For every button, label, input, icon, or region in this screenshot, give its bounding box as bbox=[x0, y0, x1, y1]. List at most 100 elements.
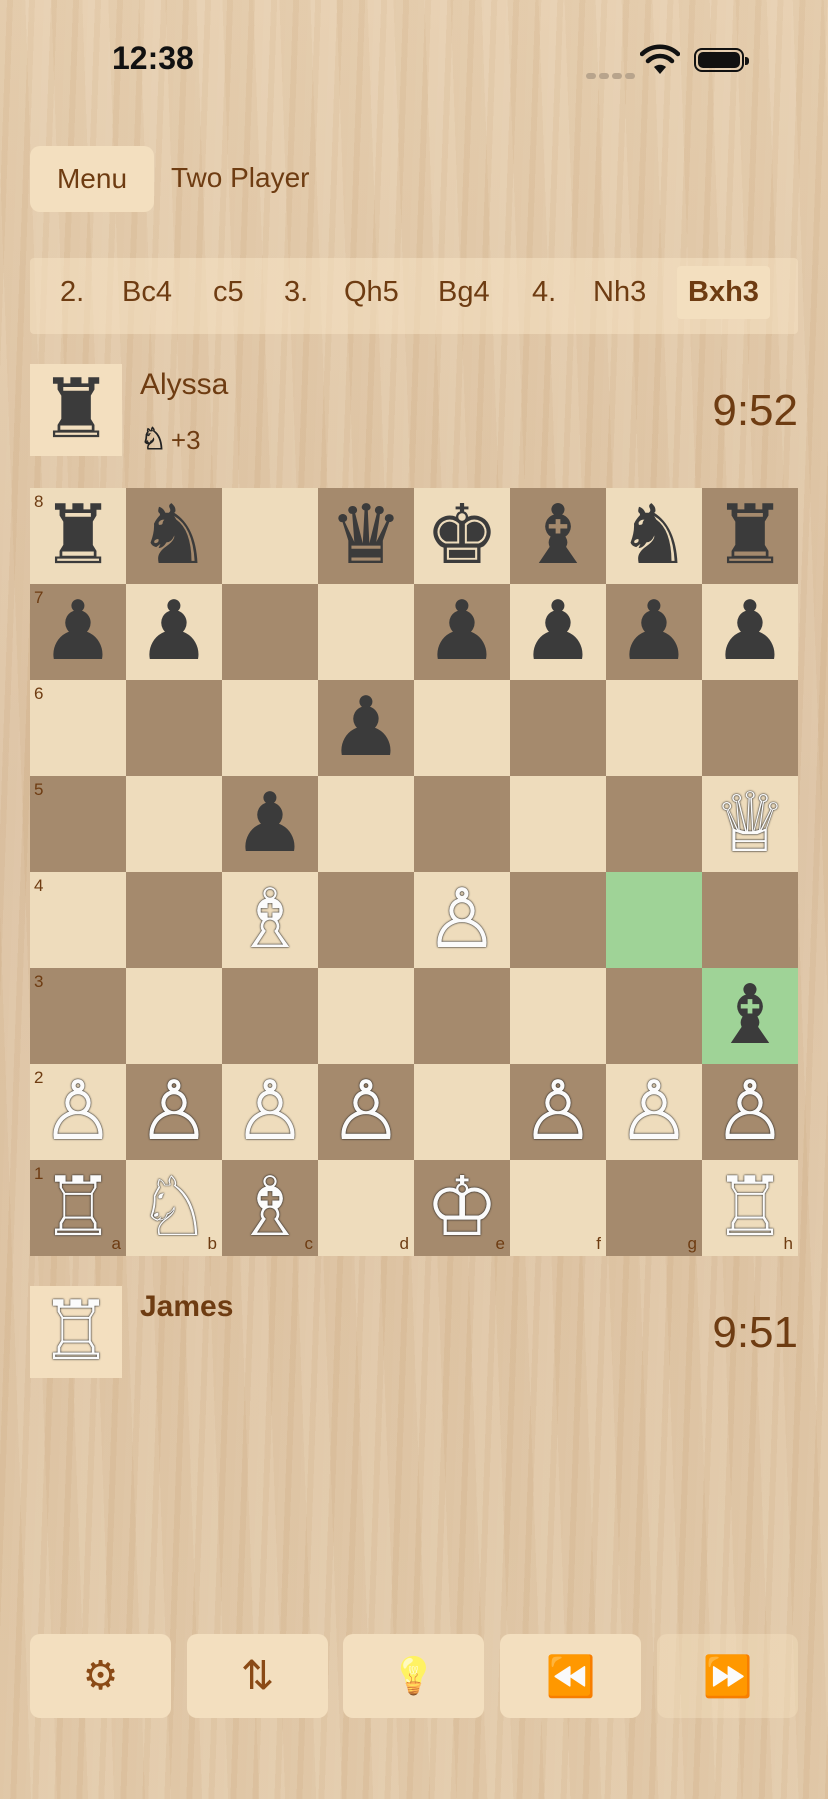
black-pawn-icon[interactable]: ♟ bbox=[521, 591, 595, 673]
white-pawn-icon[interactable]: ♙ bbox=[617, 1071, 691, 1153]
black-pawn-icon[interactable]: ♟ bbox=[41, 591, 115, 673]
square-d6[interactable]: ♟ bbox=[318, 680, 414, 776]
square-b2[interactable]: ♙ bbox=[126, 1064, 222, 1160]
square-a5[interactable]: 5 bbox=[30, 776, 126, 872]
white-pawn-icon[interactable]: ♙ bbox=[233, 1071, 307, 1153]
square-b1[interactable]: b ♘ bbox=[126, 1160, 222, 1256]
square-g8[interactable]: ♞ bbox=[606, 488, 702, 584]
square-e8[interactable]: ♚ bbox=[414, 488, 510, 584]
square-f4[interactable] bbox=[510, 872, 606, 968]
move-item[interactable]: c5 bbox=[213, 276, 244, 309]
black-pawn-icon[interactable]: ♟ bbox=[137, 591, 211, 673]
white-rook-icon[interactable]: ♖ bbox=[713, 1167, 787, 1249]
square-a1[interactable]: 1 a ♖ bbox=[30, 1160, 126, 1256]
white-pawn-icon[interactable]: ♙ bbox=[521, 1071, 595, 1153]
rewind-button[interactable]: ⏪ bbox=[500, 1634, 641, 1718]
square-h5[interactable]: ♕ bbox=[702, 776, 798, 872]
white-pawn-icon[interactable]: ♙ bbox=[137, 1071, 211, 1153]
square-h2[interactable]: ♙ bbox=[702, 1064, 798, 1160]
square-f6[interactable] bbox=[510, 680, 606, 776]
white-knight-icon[interactable]: ♘ bbox=[137, 1167, 211, 1249]
square-a8[interactable]: 8 ♜ bbox=[30, 488, 126, 584]
square-c1[interactable]: c ♗ bbox=[222, 1160, 318, 1256]
black-rook-icon[interactable]: ♜ bbox=[713, 495, 787, 577]
square-c8[interactable] bbox=[222, 488, 318, 584]
square-c2[interactable]: ♙ bbox=[222, 1064, 318, 1160]
square-b6[interactable] bbox=[126, 680, 222, 776]
black-queen-icon[interactable]: ♛ bbox=[329, 495, 403, 577]
square-a7[interactable]: 7 ♟ bbox=[30, 584, 126, 680]
square-c7[interactable] bbox=[222, 584, 318, 680]
move-item[interactable]: Bg4 bbox=[438, 276, 490, 309]
move-item[interactable]: Bc4 bbox=[122, 276, 172, 309]
square-a6[interactable]: 6 bbox=[30, 680, 126, 776]
square-g5[interactable] bbox=[606, 776, 702, 872]
square-f3[interactable] bbox=[510, 968, 606, 1064]
move-number[interactable]: 4. bbox=[532, 276, 556, 309]
white-pawn-icon[interactable]: ♙ bbox=[713, 1071, 787, 1153]
square-g1[interactable]: g bbox=[606, 1160, 702, 1256]
square-e1[interactable]: e ♔ bbox=[414, 1160, 510, 1256]
white-pawn-icon[interactable]: ♙ bbox=[329, 1071, 403, 1153]
move-history[interactable]: 2. Bc4 c5 3. Qh5 Bg4 4. Nh3 Bxh3 bbox=[30, 258, 798, 334]
square-b5[interactable] bbox=[126, 776, 222, 872]
square-c4[interactable]: ♗ bbox=[222, 872, 318, 968]
black-rook-icon[interactable]: ♜ bbox=[41, 495, 115, 577]
black-pawn-icon[interactable]: ♟ bbox=[617, 591, 691, 673]
square-f8[interactable]: ♝ bbox=[510, 488, 606, 584]
square-e4[interactable]: ♙ bbox=[414, 872, 510, 968]
square-e7[interactable]: ♟ bbox=[414, 584, 510, 680]
square-c5[interactable]: ♟ bbox=[222, 776, 318, 872]
chess-board[interactable]: 8 ♜ ♞ ♛ ♚ ♝ ♞ ♜ 7 ♟ ♟ ♟ ♟ ♟ ♟ 6 ♟ 5 ♟ ♕ 4 ♗ ♙ 3 ♝ 2 ♙ ♙ ♙ ♙ ♙ ♙ ♙ 1 a ♖ b ♘ c ♗… bbox=[30, 488, 798, 1256]
square-h1[interactable]: h ♖ bbox=[702, 1160, 798, 1256]
black-pawn-icon[interactable]: ♟ bbox=[233, 783, 307, 865]
square-b7[interactable]: ♟ bbox=[126, 584, 222, 680]
square-h6[interactable] bbox=[702, 680, 798, 776]
square-h8[interactable]: ♜ bbox=[702, 488, 798, 584]
square-b4[interactable] bbox=[126, 872, 222, 968]
square-g6[interactable] bbox=[606, 680, 702, 776]
black-bishop-icon[interactable]: ♝ bbox=[713, 975, 787, 1057]
square-c3[interactable] bbox=[222, 968, 318, 1064]
square-d2[interactable]: ♙ bbox=[318, 1064, 414, 1160]
square-f2[interactable]: ♙ bbox=[510, 1064, 606, 1160]
square-b3[interactable] bbox=[126, 968, 222, 1064]
square-e3[interactable] bbox=[414, 968, 510, 1064]
square-c6[interactable] bbox=[222, 680, 318, 776]
white-pawn-icon[interactable]: ♙ bbox=[425, 879, 499, 961]
square-e2[interactable] bbox=[414, 1064, 510, 1160]
square-d1[interactable]: d bbox=[318, 1160, 414, 1256]
square-a3[interactable]: 3 bbox=[30, 968, 126, 1064]
forward-button[interactable]: ⏩ bbox=[657, 1634, 798, 1718]
square-h7[interactable]: ♟ bbox=[702, 584, 798, 680]
square-d4[interactable] bbox=[318, 872, 414, 968]
menu-button[interactable]: Menu bbox=[30, 146, 154, 212]
move-number[interactable]: 3. bbox=[284, 276, 308, 309]
square-g3[interactable] bbox=[606, 968, 702, 1064]
move-item[interactable]: Qh5 bbox=[344, 276, 399, 309]
square-f7[interactable]: ♟ bbox=[510, 584, 606, 680]
square-b8[interactable]: ♞ bbox=[126, 488, 222, 584]
square-e5[interactable] bbox=[414, 776, 510, 872]
square-f1[interactable]: f bbox=[510, 1160, 606, 1256]
black-pawn-icon[interactable]: ♟ bbox=[713, 591, 787, 673]
white-pawn-icon[interactable]: ♙ bbox=[41, 1071, 115, 1153]
square-f5[interactable] bbox=[510, 776, 606, 872]
square-g7[interactable]: ♟ bbox=[606, 584, 702, 680]
square-a2[interactable]: 2 ♙ bbox=[30, 1064, 126, 1160]
black-king-icon[interactable]: ♚ bbox=[425, 495, 499, 577]
black-bishop-icon[interactable]: ♝ bbox=[521, 495, 595, 577]
hint-button[interactable]: 💡 bbox=[343, 1634, 484, 1718]
move-item[interactable]: Nh3 bbox=[593, 276, 646, 309]
square-g2[interactable]: ♙ bbox=[606, 1064, 702, 1160]
square-h4[interactable] bbox=[702, 872, 798, 968]
black-pawn-icon[interactable]: ♟ bbox=[329, 687, 403, 769]
flip-board-button[interactable]: ⇅ bbox=[187, 1634, 328, 1718]
black-pawn-icon[interactable]: ♟ bbox=[425, 591, 499, 673]
black-knight-icon[interactable]: ♞ bbox=[137, 495, 211, 577]
white-queen-icon[interactable]: ♕ bbox=[713, 783, 787, 865]
square-d3[interactable] bbox=[318, 968, 414, 1064]
square-d8[interactable]: ♛ bbox=[318, 488, 414, 584]
white-rook-icon[interactable]: ♖ bbox=[41, 1167, 115, 1249]
square-h3[interactable]: ♝ bbox=[702, 968, 798, 1064]
